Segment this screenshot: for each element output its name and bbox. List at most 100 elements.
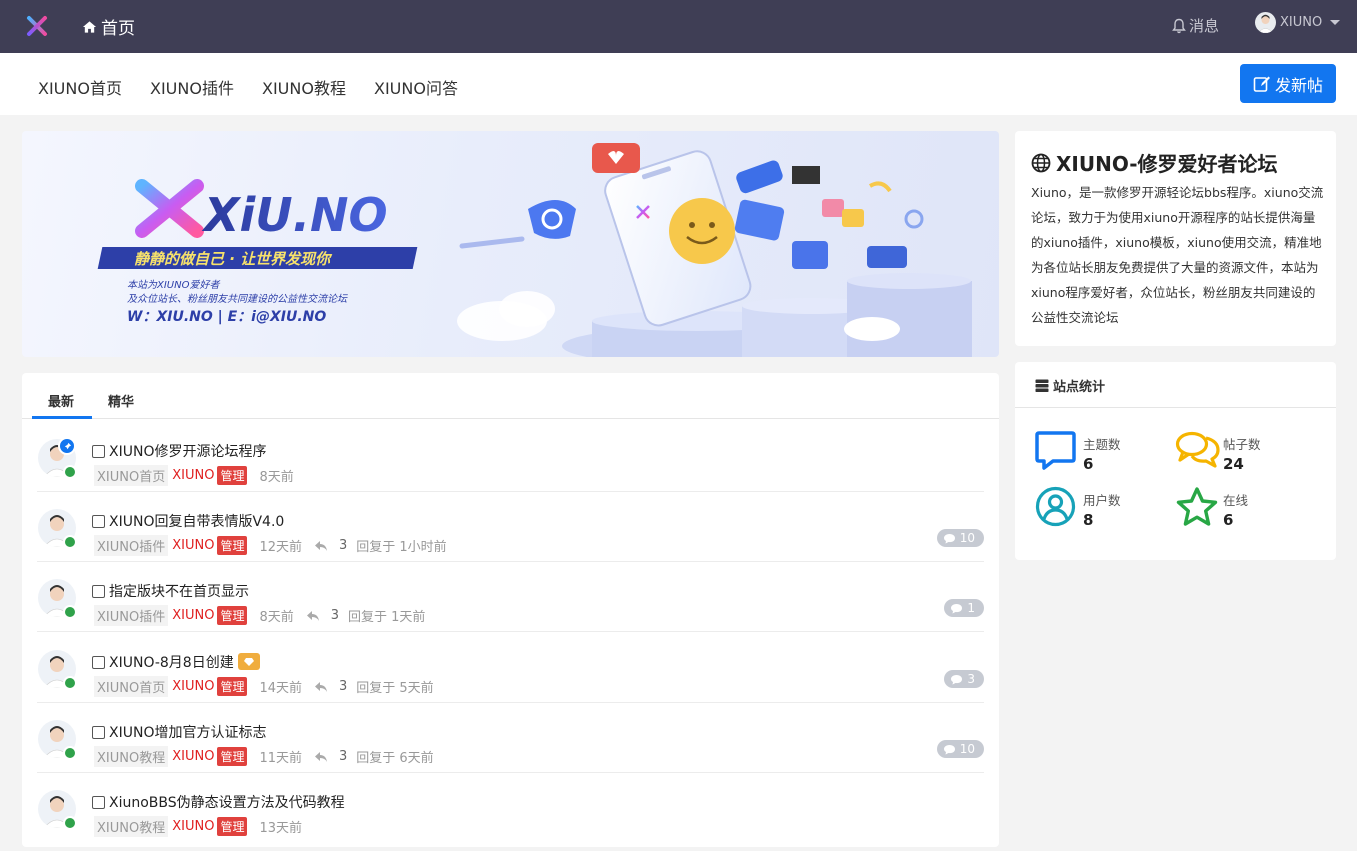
new-post-label: 发新帖 bbox=[1274, 75, 1323, 95]
star-icon bbox=[1176, 487, 1218, 526]
stat-users: 用户数 8 bbox=[1035, 486, 1175, 536]
site-logo[interactable] bbox=[26, 15, 48, 37]
nav-item-tutorials[interactable]: XIUNO教程 bbox=[262, 75, 346, 99]
forum-tag[interactable]: XIUNO插件 bbox=[94, 605, 169, 626]
comment-count: 10 bbox=[959, 531, 975, 545]
online-indicator bbox=[63, 535, 77, 549]
online-indicator bbox=[63, 746, 77, 760]
author-name[interactable]: XIUNO bbox=[172, 679, 214, 694]
globe-icon bbox=[1031, 153, 1051, 172]
thread-title[interactable]: XIUNO增加官方认证标志 bbox=[109, 722, 266, 742]
top-navbar: 首页 消息 XIUNO bbox=[0, 0, 1357, 53]
thread-checkbox[interactable] bbox=[92, 656, 105, 669]
thread-title[interactable]: XiunoBBS伪静态设置方法及代码教程 bbox=[109, 792, 345, 812]
online-indicator bbox=[63, 676, 77, 690]
stat-posts: 帖子数 24 bbox=[1175, 430, 1315, 480]
stat-label: 主题数 bbox=[1083, 437, 1121, 452]
caret-down-icon bbox=[1330, 20, 1341, 25]
thread-row[interactable]: 指定版块不在首页显示 XIUNO插件 XIUNO 管理 8天前 3 回复于 1天… bbox=[37, 562, 984, 632]
comment-icon bbox=[1035, 431, 1076, 470]
stats-title: 站点统计 bbox=[1035, 376, 1105, 395]
home-label: 首页 bbox=[101, 19, 135, 39]
thread-row[interactable]: XIUNO-8月8日创建 XIUNO首页 XIUNO 管理 14天前 3 回复于… bbox=[37, 633, 984, 703]
thread-title[interactable]: 指定版块不在首页显示 bbox=[109, 581, 249, 601]
post-time: 8天前 bbox=[259, 470, 294, 485]
avatar bbox=[1255, 12, 1276, 33]
comment-count-badge: 3 bbox=[944, 670, 984, 688]
thread-checkbox[interactable] bbox=[92, 585, 105, 598]
reply-count: 3 bbox=[339, 749, 348, 764]
comment-icon bbox=[951, 603, 963, 613]
banner-line-2: 及众位站长、粉丝朋友共同建设的公益性交流论坛 bbox=[127, 293, 348, 305]
banner-slogan: 静静的做自己 · 让世界发现你 bbox=[134, 250, 333, 268]
stat-topics: 主题数 6 bbox=[1035, 430, 1175, 480]
thread-row[interactable]: XIUNO修罗开源论坛程序 XIUNO首页 XIUNO 管理 8天前 bbox=[37, 422, 984, 492]
about-text: Xiuno，是一款修罗开源轻论坛bbs程序。xiuno交流论坛，致力于为使用xi… bbox=[1031, 185, 1324, 325]
comment-icon bbox=[943, 533, 955, 543]
last-reply: 回复于 5天前 bbox=[356, 681, 434, 696]
thread-title[interactable]: XIUNO回复自带表情版V4.0 bbox=[109, 511, 284, 531]
role-badge: 管理 bbox=[217, 817, 248, 836]
about-card: XIUNO-修罗爱好者论坛 Xiuno，是一款修罗开源轻论坛bbs程序。xiun… bbox=[1015, 131, 1336, 346]
banner-logo-text: XiU.NO bbox=[201, 188, 388, 242]
edit-icon bbox=[1253, 76, 1270, 92]
user-menu[interactable]: XIUNO bbox=[1255, 12, 1341, 33]
forum-tag[interactable]: XIUNO插件 bbox=[94, 535, 169, 556]
comment-count-badge: 10 bbox=[936, 529, 984, 547]
tab-featured[interactable]: 精华 bbox=[108, 391, 134, 410]
reply-icon bbox=[315, 681, 327, 692]
nav-item-qa[interactable]: XIUNO问答 bbox=[374, 75, 458, 99]
thread-title[interactable]: XIUNO-8月8日创建 bbox=[109, 652, 234, 672]
banner-line-3: W：XIU.NO | E：i@XIU.NO bbox=[127, 309, 326, 325]
pin-icon bbox=[58, 437, 76, 455]
thread-row[interactable]: XIUNO增加官方认证标志 XIUNO教程 XIUNO 管理 11天前 3 回复… bbox=[37, 703, 984, 773]
messages-link[interactable]: 消息 bbox=[1172, 15, 1219, 36]
thread-row[interactable]: XiunoBBS伪静态设置方法及代码教程 XIUNO教程 XIUNO 管理 13… bbox=[37, 773, 984, 843]
banner-image[interactable]: XiU.NO 静静的做自己 · 让世界发现你 本站为XIUNO爱好者 及众位站长… bbox=[22, 131, 999, 357]
bell-icon bbox=[1172, 18, 1186, 33]
comment-count: 10 bbox=[959, 742, 975, 756]
stat-value: 6 bbox=[1223, 511, 1234, 529]
thread-title[interactable]: XIUNO修罗开源论坛程序 bbox=[109, 441, 266, 461]
author-name[interactable]: XIUNO bbox=[172, 749, 214, 764]
post-time: 8天前 bbox=[259, 610, 294, 625]
reply-icon bbox=[315, 751, 327, 762]
nav-item-home[interactable]: XIUNO首页 bbox=[38, 75, 122, 99]
stat-value: 6 bbox=[1083, 455, 1094, 473]
tab-latest[interactable]: 最新 bbox=[48, 391, 74, 410]
author-name[interactable]: XIUNO bbox=[172, 608, 214, 623]
diamond-icon bbox=[238, 653, 260, 670]
thread-meta: XIUNO教程 XIUNO 管理 11天前 3 回复于 6天前 bbox=[94, 746, 434, 767]
forum-tag[interactable]: XIUNO首页 bbox=[94, 676, 169, 697]
stat-online: 在线 6 bbox=[1175, 486, 1315, 536]
forum-tag[interactable]: XIUNO教程 bbox=[94, 746, 169, 767]
thread-checkbox[interactable] bbox=[92, 515, 105, 528]
forum-tag[interactable]: XIUNO教程 bbox=[94, 816, 169, 837]
thread-meta: XIUNO插件 XIUNO 管理 12天前 3 回复于 1小时前 bbox=[94, 535, 447, 556]
reply-count: 3 bbox=[339, 538, 348, 553]
stat-value: 24 bbox=[1223, 455, 1244, 473]
author-name[interactable]: XIUNO bbox=[172, 468, 214, 483]
thread-row[interactable]: XIUNO回复自带表情版V4.0 XIUNO插件 XIUNO 管理 12天前 3… bbox=[37, 492, 984, 562]
banner-illustration: XiU.NO 静静的做自己 · 让世界发现你 本站为XIUNO爱好者 及众位站长… bbox=[97, 143, 972, 357]
nav-item-plugins[interactable]: XIUNO插件 bbox=[150, 75, 234, 99]
reply-count: 3 bbox=[330, 608, 340, 623]
new-post-button[interactable]: 发新帖 bbox=[1240, 64, 1336, 103]
active-tab-indicator bbox=[32, 416, 92, 419]
thread-checkbox[interactable] bbox=[92, 445, 105, 458]
user-circle-icon bbox=[1035, 486, 1076, 527]
thread-checkbox[interactable] bbox=[92, 796, 105, 809]
reply-icon bbox=[306, 610, 319, 621]
forum-tag[interactable]: XIUNO首页 bbox=[94, 465, 169, 486]
author-name[interactable]: XIUNO bbox=[172, 538, 214, 553]
role-badge: 管理 bbox=[217, 466, 248, 485]
thread-meta: XIUNO首页 XIUNO 管理 8天前 bbox=[94, 465, 294, 486]
post-time: 12天前 bbox=[259, 540, 302, 555]
username: XIUNO bbox=[1280, 15, 1323, 30]
post-time: 13天前 bbox=[259, 821, 302, 836]
thread-checkbox[interactable] bbox=[92, 726, 105, 739]
home-link[interactable]: 首页 bbox=[82, 14, 135, 39]
post-time: 11天前 bbox=[259, 751, 302, 766]
author-name[interactable]: XIUNO bbox=[172, 819, 214, 834]
post-time: 14天前 bbox=[259, 681, 302, 696]
